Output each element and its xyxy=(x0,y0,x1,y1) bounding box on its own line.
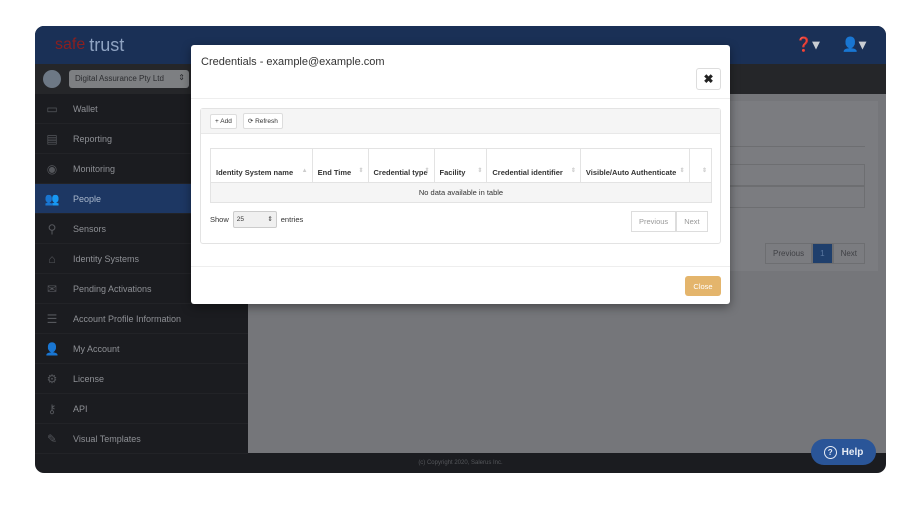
close-icon[interactable]: ✖ xyxy=(696,68,721,90)
help-button[interactable]: ? Help xyxy=(811,439,876,465)
sidebar-item-label: Pending Activations xyxy=(73,283,152,294)
sort-icon: ⇕ xyxy=(701,168,707,174)
sidebar-item-my-account[interactable]: 👤 My Account xyxy=(35,334,248,364)
user-icon: 👤 xyxy=(44,341,60,356)
sidebar-item-label: License xyxy=(73,373,105,384)
sort-icon: ⇕ xyxy=(358,168,364,174)
map-marker-icon: ⚲ xyxy=(47,221,57,236)
background-pagination: Previous 1 Next xyxy=(765,243,866,264)
sidebar-item-label: Reporting xyxy=(73,133,113,144)
page-length: Show 25 ⇕ entries xyxy=(210,211,303,228)
refresh-button[interactable]: ⟳ Refresh xyxy=(242,113,283,129)
page-length-select[interactable]: 25 ⇕ xyxy=(232,211,277,228)
close-button[interactable]: Close xyxy=(685,276,721,296)
empty-message: No data available in table xyxy=(210,182,712,203)
select-arrows-icon: ⇕ xyxy=(267,216,273,223)
column-header[interactable]: Credential type ⇕ xyxy=(367,148,435,183)
logo: safe trust xyxy=(55,34,125,55)
reporting-icon: ▤ xyxy=(46,131,58,146)
sidebar-item-label: Account Profile Information xyxy=(73,313,182,324)
next-button[interactable]: Next xyxy=(676,211,708,232)
org-avatar xyxy=(43,70,61,88)
modal-title: Credentials - example@example.com xyxy=(201,56,385,68)
pagination: Previous Next xyxy=(631,211,708,232)
user-menu-icon[interactable]: 👤▾ xyxy=(842,36,866,53)
home-icon: ⌂ xyxy=(48,251,56,266)
column-header[interactable]: Credential identifier ⇕ xyxy=(486,148,581,183)
people-icon: 👥 xyxy=(44,191,60,206)
list-icon: ☰ xyxy=(46,311,58,326)
sidebar-item-label: Visual Templates xyxy=(73,433,141,444)
help-menu-icon[interactable]: ❓▾ xyxy=(795,36,819,53)
sidebar-item-license[interactable]: ⚙ License xyxy=(35,364,248,394)
column-header[interactable]: Facility ⇕ xyxy=(433,148,488,183)
select-arrows-icon: ⇕ xyxy=(178,73,185,82)
credentials-modal: Credentials - example@example.com ✖ + Ad… xyxy=(191,45,730,304)
sidebar-item-label: Monitoring xyxy=(73,163,116,174)
column-header[interactable]: Visible/Auto Authenticate ⇕ xyxy=(579,148,690,183)
org-select[interactable]: Digital Assurance Pty Ltd ⇕ xyxy=(69,70,189,88)
sort-icon: ▲ xyxy=(301,168,308,174)
sort-icon: ⇕ xyxy=(570,168,576,174)
sort-icon: ⇕ xyxy=(477,168,483,174)
question-icon: ? xyxy=(823,445,837,459)
envelope-icon: ✉ xyxy=(46,281,58,296)
column-header[interactable]: End Time ⇕ xyxy=(311,148,369,183)
credentials-table: Identity System name ▲ End Time ⇕ Credential… xyxy=(210,148,713,203)
add-button[interactable]: + Add xyxy=(210,113,237,129)
footer: (c) Copyright 2020, Salerus Inc. xyxy=(418,460,503,466)
sidebar-item-label: Identity Systems xyxy=(73,253,140,264)
sidebar-item-label: API xyxy=(73,403,88,414)
eye-icon: ◉ xyxy=(46,161,58,176)
key-icon: ⚷ xyxy=(47,401,57,416)
sidebar-item-label: My Account xyxy=(73,343,120,354)
previous-button[interactable]: Previous xyxy=(631,211,677,232)
column-header[interactable]: ⇕ xyxy=(688,148,713,183)
sidebar-item-api[interactable]: ⚷ API xyxy=(35,394,248,424)
credentials-panel: + Add ⟳ Refresh Identity System name ▲ End… xyxy=(200,108,721,244)
sidebar-item-account-profile-information[interactable]: ☰ Account Profile Information xyxy=(35,304,248,334)
gear-icon: ⚙ xyxy=(46,371,58,386)
sidebar-item-label: Sensors xyxy=(73,223,107,234)
sidebar-item-visual-templates[interactable]: ✎ Visual Templates xyxy=(35,424,248,454)
column-header[interactable]: Identity System name ▲ xyxy=(210,148,313,183)
wallet-icon: ▭ xyxy=(46,101,58,116)
brush-icon: ✎ xyxy=(46,431,58,446)
sidebar-item-label: People xyxy=(73,193,102,204)
sort-icon: ⇕ xyxy=(679,168,685,174)
sort-icon: ⇕ xyxy=(424,168,430,174)
sidebar-item-label: Wallet xyxy=(73,103,98,114)
